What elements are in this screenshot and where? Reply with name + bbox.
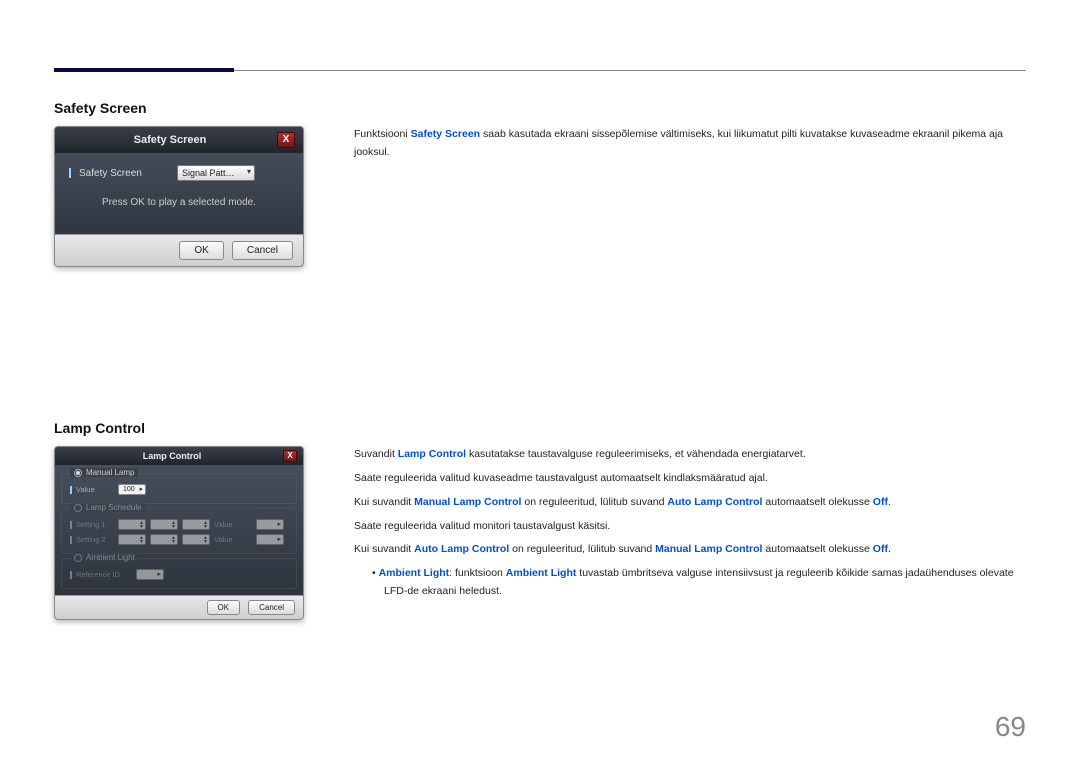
kw-manual-lamp: Manual Lamp Control <box>655 543 762 555</box>
cancel-button[interactable]: Cancel <box>232 241 293 260</box>
page-number: 69 <box>995 711 1026 743</box>
header-rule-accent <box>54 68 234 72</box>
sched1-value-label: Value <box>214 520 252 529</box>
field-marker <box>70 536 72 544</box>
close-icon[interactable]: X <box>277 132 295 148</box>
lamp-heading: Lamp Control <box>54 420 1026 436</box>
group-ambient-label: Ambient Light <box>86 553 135 562</box>
kw-auto-lamp: Auto Lamp Control <box>414 543 509 555</box>
safety-heading: Safety Screen <box>54 100 1026 116</box>
kw-lamp-control: Lamp Control <box>398 448 466 460</box>
group-lamp-schedule: Lamp Schedule Setting 1 Value <box>61 508 297 554</box>
safety-hint: Press OK to play a selected mode. <box>69 197 289 208</box>
field-marker <box>70 521 72 529</box>
section-lamp-control: Lamp Control Lamp Control X Manual Lamp <box>54 420 1026 620</box>
lamp-desc: Suvandit Lamp Control kasutatakse tausta… <box>354 446 1026 620</box>
ok-button[interactable]: OK <box>207 600 241 615</box>
group-ambient-light: Ambient Light Reference ID <box>61 558 297 589</box>
sched1-hour[interactable] <box>118 519 146 530</box>
value-label: Value <box>76 485 114 494</box>
field-marker <box>70 571 72 579</box>
sched1-min[interactable] <box>150 519 178 530</box>
kw-safety-screen: Safety Screen <box>411 128 480 140</box>
sched1-ampm[interactable] <box>182 519 210 530</box>
radio-lamp-schedule[interactable] <box>74 504 82 512</box>
radio-ambient-light[interactable] <box>74 554 82 562</box>
section-safety-screen: Safety Screen Safety Screen X Safety Scr… <box>54 100 1026 267</box>
ambient-ref-label: Reference ID <box>76 570 132 579</box>
safety-dialog-title: Safety Screen <box>63 134 277 146</box>
kw-off: Off <box>873 496 888 508</box>
sched2-hour[interactable] <box>118 534 146 545</box>
sched2-value[interactable] <box>256 534 284 545</box>
field-marker <box>70 486 72 494</box>
kw-auto-lamp: Auto Lamp Control <box>667 496 762 508</box>
lamp-dialog-footer: OK Cancel <box>55 595 303 619</box>
safety-dialog: Safety Screen X Safety Screen Signal Pat… <box>54 126 304 267</box>
cancel-button[interactable]: Cancel <box>248 600 295 615</box>
lamp-dialog-title: Lamp Control <box>61 451 283 461</box>
safety-dialog-titlebar: Safety Screen X <box>55 127 303 153</box>
sched2-value-label: Value <box>214 535 252 544</box>
kw-manual-lamp: Manual Lamp Control <box>414 496 521 508</box>
kw-off: Off <box>873 543 888 555</box>
ambient-ref-spin[interactable] <box>136 569 164 580</box>
safety-desc: Funktsiooni Safety Screen saab kasutada … <box>354 126 1026 267</box>
group-schedule-label: Lamp Schedule <box>86 503 142 512</box>
sched2-label: Setting 2 <box>76 535 114 544</box>
ok-button[interactable]: OK <box>179 241 223 260</box>
safety-combo[interactable]: Signal Patt… <box>177 165 255 181</box>
safety-dialog-footer: OK Cancel <box>55 234 303 266</box>
sched1-label: Setting 1 <box>76 520 114 529</box>
kw-ambient-light: Ambient Light <box>506 567 577 579</box>
lamp-dialog: Lamp Control X Manual Lamp Value 100 <box>54 446 304 620</box>
safety-field-label: Safety Screen <box>79 168 169 179</box>
safety-field-row: Safety Screen Signal Patt… <box>69 165 289 181</box>
lamp-dialog-titlebar: Lamp Control X <box>55 447 303 465</box>
close-icon[interactable]: X <box>283 450 297 462</box>
field-marker <box>69 168 71 178</box>
group-manual-lamp: Manual Lamp Value 100 <box>61 473 297 504</box>
value-spin[interactable]: 100 <box>118 484 146 495</box>
sched2-min[interactable] <box>150 534 178 545</box>
group-manual-label: Manual Lamp <box>86 468 134 477</box>
sched2-ampm[interactable] <box>182 534 210 545</box>
sched1-value[interactable] <box>256 519 284 530</box>
kw-ambient-light: Ambient Light <box>379 567 450 579</box>
radio-manual-lamp[interactable] <box>74 469 82 477</box>
